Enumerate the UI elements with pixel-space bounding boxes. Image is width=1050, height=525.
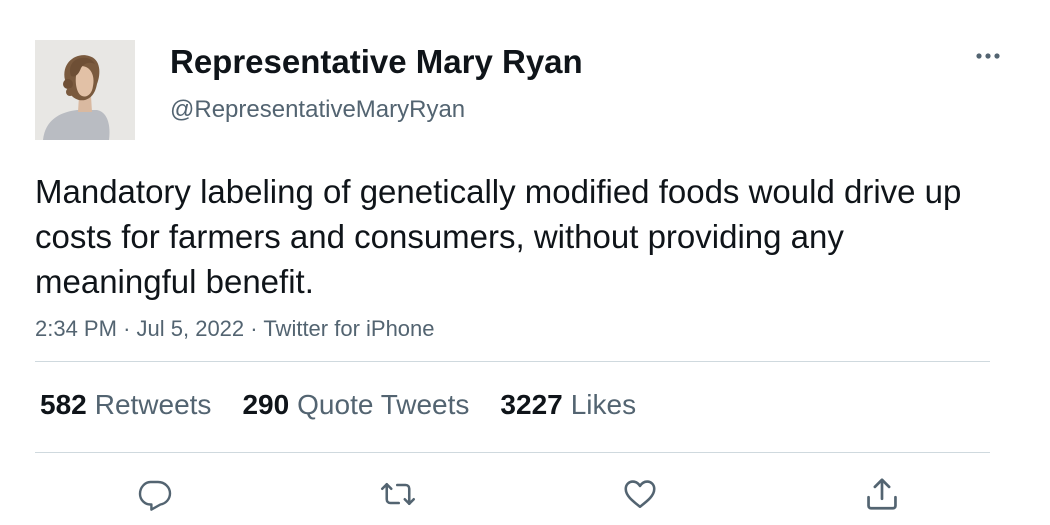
quote-tweets-label: Quote Tweets (297, 389, 470, 420)
retweet-button[interactable] (378, 474, 418, 514)
reply-button[interactable] (135, 474, 175, 514)
retweet-icon (380, 482, 416, 506)
avatar[interactable] (35, 40, 135, 140)
retweets-count: 582 (40, 389, 87, 420)
meta-separator: · (250, 316, 258, 341)
more-options-button[interactable] (972, 44, 1004, 68)
tweet-card: Representative Mary Ryan @Representative… (0, 0, 1050, 525)
tweet-metadata: 2:34 PM · Jul 5, 2022 · Twitter for iPho… (35, 314, 435, 344)
tweet-text: Mandatory labeling of genetically modifi… (35, 173, 962, 300)
tweet-source[interactable]: Twitter for iPhone (263, 316, 434, 341)
retweets-label: Retweets (94, 389, 212, 420)
likes-stat[interactable]: 3227 Likes (500, 385, 636, 425)
tweet-date[interactable]: Jul 5, 2022 (137, 316, 245, 341)
divider (35, 452, 990, 453)
author-display-name[interactable]: Representative Mary Ryan (170, 42, 583, 82)
quote-tweets-stat[interactable]: 290 Quote Tweets (242, 385, 469, 425)
heart-icon (624, 480, 656, 509)
quote-tweets-count: 290 (242, 389, 290, 420)
reply-icon (138, 480, 172, 511)
tweet-stats: 582 Retweets 290 Quote Tweets 3227 Likes (40, 385, 667, 425)
retweets-stat[interactable]: 582 Retweets (40, 385, 211, 425)
share-icon (867, 478, 897, 510)
share-button[interactable] (862, 474, 902, 514)
tweet-time[interactable]: 2:34 PM (35, 316, 117, 341)
likes-label: Likes (570, 389, 637, 420)
meta-separator: · (123, 316, 131, 341)
divider (35, 361, 990, 362)
likes-count: 3227 (500, 389, 563, 420)
more-dots-icon (976, 53, 1000, 59)
profile-photo-icon (35, 40, 135, 140)
like-button[interactable] (620, 474, 660, 514)
author-handle[interactable]: @RepresentativeMaryRyan (170, 95, 465, 125)
